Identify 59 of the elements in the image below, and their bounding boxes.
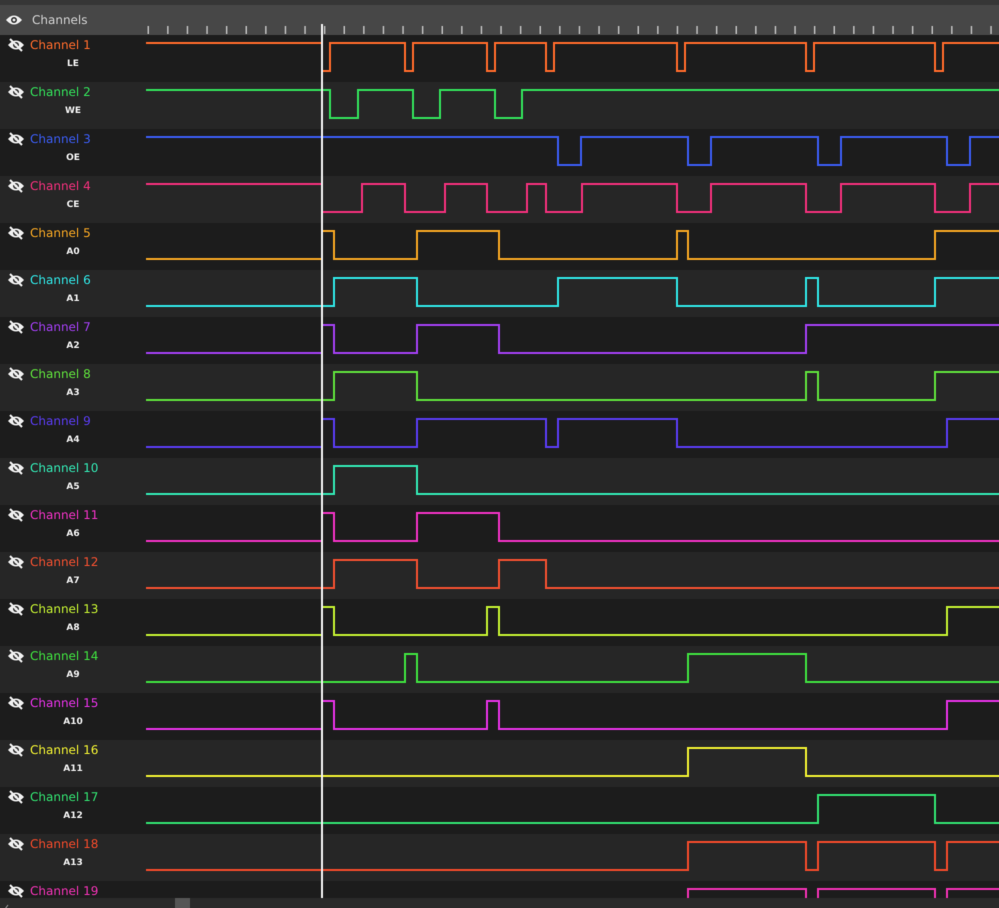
- channel-name: Channel 17: [30, 790, 98, 804]
- channel-name: Channel 12: [30, 555, 98, 569]
- signal-label: CE: [66, 200, 80, 210]
- channel-name: Channel 2: [30, 85, 91, 99]
- eye-slash-icon[interactable]: [7, 38, 25, 52]
- panel-title: Channels: [32, 13, 88, 27]
- signal-label: A11: [62, 764, 84, 774]
- eye-slash-icon[interactable]: [7, 132, 25, 146]
- eye-icon[interactable]: [5, 13, 23, 27]
- eye-slash-icon[interactable]: [7, 414, 25, 428]
- eye-slash-icon[interactable]: [7, 85, 25, 99]
- signal-label: WE: [64, 106, 82, 116]
- channel-name: Channel 15: [30, 696, 98, 710]
- signal-label: A7: [65, 576, 81, 586]
- channel-name: Channel 10: [30, 461, 98, 475]
- channel-name: Channel 16: [30, 743, 98, 757]
- signal-label: OE: [65, 153, 81, 163]
- channel-name: Channel 5: [30, 226, 91, 240]
- channel-name: Channel 7: [30, 320, 91, 334]
- signal-label: A10: [62, 717, 84, 727]
- eye-slash-icon[interactable]: [7, 649, 25, 663]
- signal-label: A9: [65, 670, 81, 680]
- signal-label: A1: [65, 294, 81, 304]
- eye-slash-icon[interactable]: [7, 696, 25, 710]
- signal-label: A0: [65, 247, 81, 257]
- signal-label: A12: [62, 811, 84, 821]
- eye-slash-icon[interactable]: [7, 179, 25, 193]
- eye-slash-icon[interactable]: [7, 602, 25, 616]
- signal-label: A6: [65, 529, 81, 539]
- signal-label: A5: [65, 482, 81, 492]
- signal-label: A2: [65, 341, 81, 351]
- signal-label: LE: [66, 59, 80, 69]
- channel-name: Channel 19: [30, 884, 98, 898]
- channel-name: Channel 18: [30, 837, 98, 851]
- horizontal-scrollbar[interactable]: [0, 898, 999, 908]
- channel-name: Channel 3: [30, 132, 91, 146]
- signal-label: A13: [62, 858, 84, 868]
- eye-slash-icon[interactable]: [7, 367, 25, 381]
- channel-name: Channel 14: [30, 649, 98, 663]
- eye-slash-icon[interactable]: [7, 743, 25, 757]
- eye-slash-icon[interactable]: [7, 508, 25, 522]
- channel-name: Channel 9: [30, 414, 91, 428]
- channel-name: Channel 8: [30, 367, 91, 381]
- signal-label: A4: [65, 435, 81, 445]
- eye-slash-icon[interactable]: [7, 555, 25, 569]
- channel-name: Channel 11: [30, 508, 98, 522]
- signal-label: A8: [65, 623, 81, 633]
- channel-name: Channel 6: [30, 273, 91, 287]
- scrollbar-thumb[interactable]: [175, 898, 190, 908]
- channel-name: Channel 1: [30, 38, 91, 52]
- eye-slash-icon[interactable]: [7, 790, 25, 804]
- eye-slash-icon[interactable]: [7, 461, 25, 475]
- eye-slash-icon[interactable]: [7, 837, 25, 851]
- eye-slash-icon[interactable]: [7, 320, 25, 334]
- channel-name: Channel 13: [30, 602, 98, 616]
- signal-label: A3: [65, 388, 81, 398]
- eye-slash-icon[interactable]: [7, 226, 25, 240]
- eye-slash-icon[interactable]: [7, 273, 25, 287]
- channel-name: Channel 4: [30, 179, 91, 193]
